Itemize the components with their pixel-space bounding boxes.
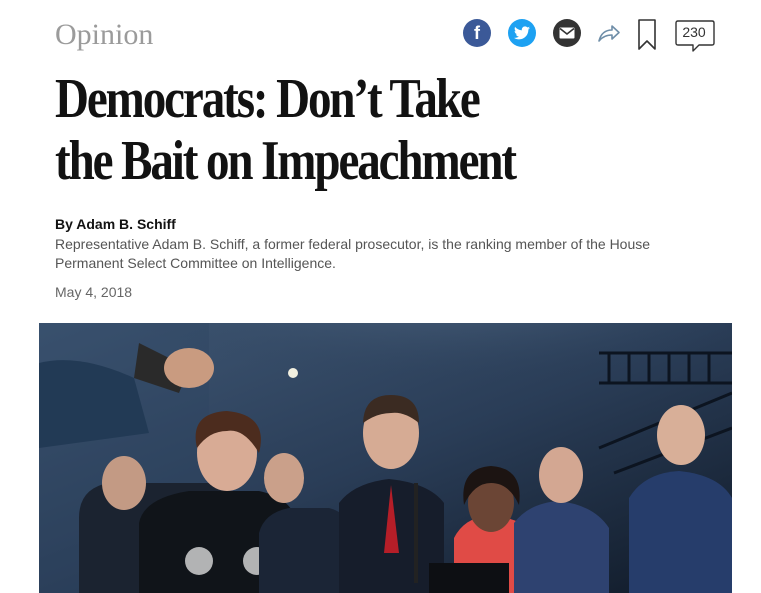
author-byline: By Adam B. Schiff <box>55 216 176 232</box>
facebook-icon: f <box>474 22 480 43</box>
share-arrow-icon <box>598 25 620 42</box>
twitter-icon <box>514 26 530 40</box>
comments-button[interactable]: 230 <box>675 20 715 54</box>
publish-date: May 4, 2018 <box>55 284 133 300</box>
author-bio: Representative Adam B. Schiff, a former … <box>55 236 651 271</box>
article-photo <box>39 323 732 593</box>
article-headline: Democrats: Don’t Take the Bait on Impeac… <box>55 68 525 192</box>
twitter-share-button[interactable] <box>508 19 536 47</box>
email-icon <box>559 27 575 39</box>
bookmark-icon <box>638 19 656 50</box>
save-article-button[interactable] <box>637 19 657 51</box>
headline-line-1: Democrats: Don’t Take <box>55 68 481 130</box>
more-share-button[interactable] <box>596 19 622 47</box>
email-share-button[interactable] <box>553 19 581 47</box>
section-label[interactable]: Opinion <box>55 18 153 52</box>
press-conference-image <box>39 323 732 593</box>
facebook-share-button[interactable]: f <box>463 19 491 47</box>
comment-count: 230 <box>682 24 706 40</box>
headline-line-2: the Bait on Impeachment <box>55 130 517 192</box>
